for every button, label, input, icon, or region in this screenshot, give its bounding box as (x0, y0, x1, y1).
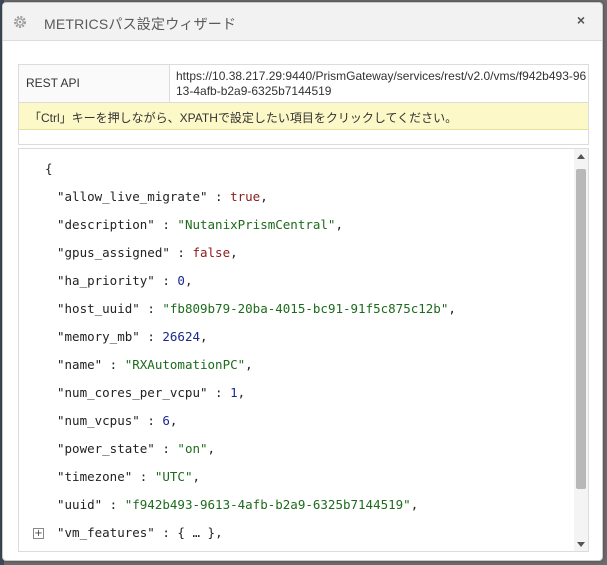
json-line[interactable]: "gpus_assigned" : false, (45, 245, 456, 273)
json-line[interactable]: "allow_live_migrate" : true, (45, 189, 456, 217)
json-comma: , (192, 469, 201, 484)
json-line[interactable]: + "vm_features" : { … }, (33, 525, 456, 551)
json-comma: , (245, 357, 253, 372)
expand-icon[interactable]: + (33, 528, 44, 539)
json-value[interactable]: 1 (230, 385, 238, 400)
json-viewer[interactable]: { "allow_live_migrate" : true, "descripti… (18, 148, 589, 552)
json-separator: : (154, 441, 178, 456)
json-key[interactable]: "ha_priority" (57, 273, 155, 288)
json-key[interactable]: "power_state" (57, 441, 155, 456)
json-comma: , (184, 273, 193, 288)
json-value[interactable]: 6 (162, 413, 170, 428)
dialog-titlebar[interactable]: METRICSパス設定ウィザード × (3, 3, 602, 41)
json-comma: , (410, 497, 419, 512)
json-key[interactable]: "num_cores_per_vcpu" (57, 385, 208, 400)
json-comma: , (335, 217, 343, 232)
json-key[interactable]: "allow_live_migrate" (57, 189, 208, 204)
scrollbar-thumb[interactable] (576, 169, 586, 489)
json-comma: , (169, 413, 178, 428)
json-value[interactable]: "on" (177, 441, 207, 456)
close-icon[interactable]: × (573, 12, 589, 28)
json-line[interactable]: "uuid" : "f942b493-9613-4afb-b2a9-6325b7… (45, 497, 456, 525)
json-key[interactable]: "uuid" (57, 497, 102, 512)
json-comma: , (200, 329, 208, 344)
json-line[interactable]: "description" : "NutanixPrismCentral", (45, 217, 456, 245)
json-separator: : (102, 497, 125, 512)
json-value[interactable]: { … } (177, 525, 215, 540)
json-key[interactable]: "host_uuid" (57, 301, 140, 316)
json-line[interactable]: "memory_mb" : 26624, (45, 329, 456, 357)
json-line[interactable]: "ha_priority" : 0, (45, 273, 456, 301)
json-key[interactable]: "vm_features" (57, 525, 155, 540)
json-separator: : (139, 413, 163, 428)
json-line[interactable]: "num_vcpus" : 6, (45, 413, 456, 441)
json-separator: : (139, 301, 163, 316)
json-comma: , (215, 525, 223, 540)
json-line[interactable]: "name" : "RXAutomationPC", (45, 357, 456, 385)
api-url: https://10.38.217.29:9440/PrismGateway/s… (176, 69, 587, 98)
json-separator: : (207, 189, 231, 204)
json-line[interactable]: "num_cores_per_vcpu" : 1, (45, 385, 456, 413)
json-separator: : (132, 469, 155, 484)
api-row: REST API https://10.38.217.29:9440/Prism… (19, 65, 588, 103)
wizard-dialog: METRICSパス設定ウィザード × REST API https://10.3… (2, 2, 603, 561)
json-line[interactable]: "host_uuid" : "fb809b79-20ba-4015-bc91-9… (45, 301, 456, 329)
empty-row (19, 130, 588, 144)
json-line[interactable]: "timezone" : "UTC", (45, 469, 456, 497)
json-key[interactable]: "memory_mb" (57, 329, 140, 344)
json-comma: , (448, 301, 456, 316)
json-separator: : (169, 245, 193, 260)
json-key[interactable]: "num_vcpus" (57, 413, 140, 428)
json-separator: : (139, 329, 163, 344)
json-separator: : (154, 217, 178, 232)
api-label: REST API (19, 65, 170, 102)
json-key[interactable]: "gpus_assigned" (57, 245, 170, 260)
gear-icon (14, 16, 26, 28)
json-comma: , (230, 245, 238, 260)
json-separator: : (207, 385, 231, 400)
json-value[interactable]: 26624 (162, 329, 200, 344)
json-comma: , (237, 385, 246, 400)
json-separator: : (102, 357, 125, 372)
json-key[interactable]: "timezone" (57, 469, 132, 484)
json-comma: , (260, 189, 268, 204)
hint-message: 「Ctrl」キーを押しながら、XPATHで設定したい項目をクリックしてください。 (19, 103, 588, 130)
json-value[interactable]: "NutanixPrismCentral" (177, 217, 335, 232)
json-value[interactable]: "UTC" (155, 469, 193, 484)
json-key[interactable]: "description" (57, 217, 155, 232)
dialog-title: METRICSパス設定ウィザード (44, 16, 237, 32)
json-comma: , (207, 441, 216, 456)
json-value[interactable]: 0 (177, 273, 185, 288)
json-line[interactable]: "power_state" : "on", (45, 441, 456, 469)
scroll-down-icon[interactable] (577, 542, 585, 547)
json-open-brace: { (45, 161, 53, 176)
json-value[interactable]: "RXAutomationPC" (125, 357, 245, 372)
json-key[interactable]: "name" (57, 357, 102, 372)
json-separator: : (154, 525, 178, 540)
scrollbar[interactable] (574, 149, 588, 551)
scroll-up-icon[interactable] (577, 154, 585, 159)
json-value[interactable]: true (230, 189, 260, 204)
json-value[interactable]: "fb809b79-20ba-4015-bc91-91f5c875c12b" (162, 301, 448, 316)
json-separator: : (154, 273, 178, 288)
json-value[interactable]: false (192, 245, 230, 260)
json-content: { "allow_live_migrate" : true, "descripti… (33, 161, 456, 551)
json-value[interactable]: "f942b493-9613-4afb-b2a9-6325b7144519" (125, 497, 411, 512)
api-info-table: REST API https://10.38.217.29:9440/Prism… (18, 64, 589, 145)
